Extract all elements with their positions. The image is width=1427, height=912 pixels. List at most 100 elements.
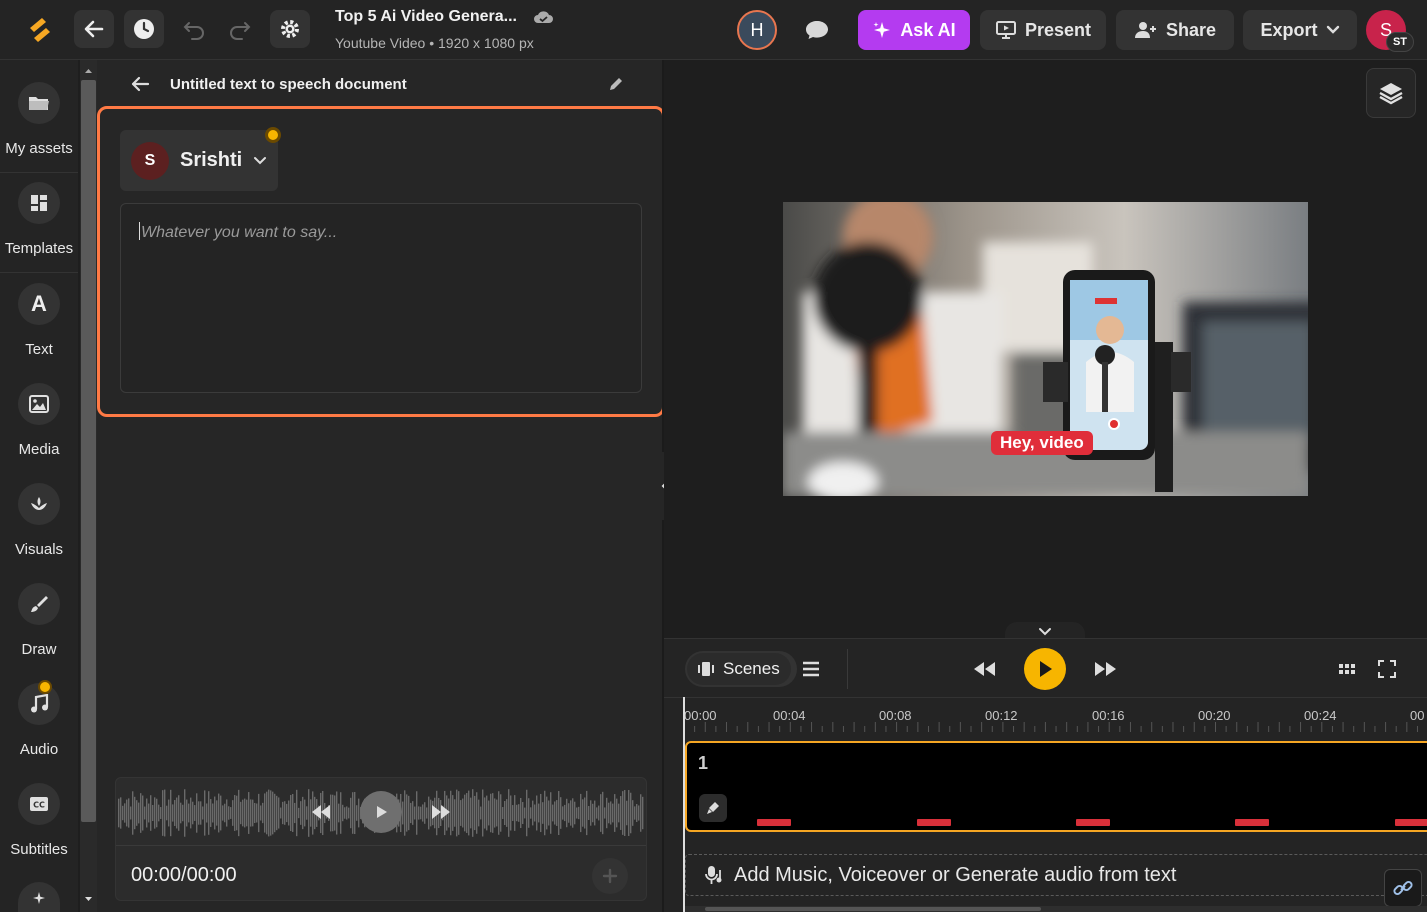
waveform-bar — [286, 803, 288, 823]
panel-header: Untitled text to speech document — [97, 60, 663, 108]
waveform-bar — [480, 806, 482, 820]
waveform-bar — [296, 789, 298, 837]
voice-selector[interactable]: S Srishti — [120, 130, 278, 191]
present-screen-icon — [995, 21, 1016, 39]
list-view-icon[interactable] — [802, 661, 820, 677]
waveform-bar — [244, 798, 246, 828]
add-audio-button[interactable] — [592, 858, 628, 894]
waveform-bar — [204, 790, 206, 836]
scenes-label: Scenes — [723, 659, 780, 678]
waveform-bar — [628, 790, 630, 836]
caption-chip — [1235, 819, 1269, 826]
gear-icon — [281, 20, 299, 38]
history-button[interactable] — [124, 10, 164, 48]
waveform-bar — [176, 797, 178, 829]
ruler-label: 00:16 — [1092, 708, 1125, 723]
waveform-bar — [514, 795, 516, 831]
timeline-scroll-thumb[interactable] — [705, 907, 1041, 911]
present-button[interactable]: Present — [980, 10, 1106, 50]
waveform-bar — [582, 799, 584, 827]
tts-text-input[interactable]: Whatever you want to say... — [120, 203, 642, 393]
audio-notification-dot — [38, 680, 52, 694]
waveform-bar — [246, 799, 248, 827]
link-tracks-button[interactable] — [1384, 869, 1422, 907]
fast-forward-icon[interactable] — [429, 802, 453, 822]
video-preview[interactable]: Hey, video — [783, 202, 1308, 496]
comments-button[interactable] — [800, 14, 834, 46]
waveform-bar — [354, 791, 356, 835]
timeline-play-button[interactable] — [1024, 648, 1066, 690]
waveform-bar — [466, 793, 468, 833]
waveform-bar — [166, 805, 168, 821]
waveform-bar — [562, 806, 564, 820]
layers-button[interactable] — [1366, 68, 1416, 118]
waveform-bar — [136, 800, 138, 826]
waveform-bar — [152, 804, 154, 822]
sidebar-scroll-thumb[interactable] — [81, 80, 96, 822]
waveform-bar — [474, 795, 476, 831]
back-button[interactable] — [74, 10, 114, 48]
app-logo[interactable] — [24, 14, 56, 46]
sidebar-item-my-assets[interactable]: My assets — [0, 60, 78, 160]
waveform-bar — [508, 789, 510, 837]
fullscreen-icon[interactable] — [1378, 660, 1396, 678]
pencil-icon[interactable] — [607, 75, 625, 93]
export-button[interactable]: Export — [1243, 10, 1357, 50]
scene-mic-button[interactable] — [699, 794, 727, 822]
sidebar-item-draw[interactable]: Draw — [0, 561, 78, 661]
waveform-bar — [402, 801, 404, 825]
rewind-icon[interactable] — [309, 802, 333, 822]
scenes-tab[interactable]: Scenes — [687, 653, 791, 685]
waveform-bar — [248, 792, 250, 834]
sidebar-item-media[interactable]: Media — [0, 361, 78, 461]
waveform-bar — [280, 807, 282, 819]
sparkle-icon — [873, 22, 891, 38]
waveform-bar — [642, 796, 644, 830]
waveform-bar — [128, 798, 130, 828]
waveform-bar — [584, 797, 586, 829]
waveform-bar — [276, 795, 278, 831]
undo-icon — [183, 22, 204, 40]
sidebar-item-text[interactable]: A Text — [0, 261, 78, 361]
undo-button[interactable] — [174, 10, 214, 48]
waveform-bar — [616, 798, 618, 828]
sidebar-item-audio[interactable]: Audio — [0, 661, 78, 761]
redo-button[interactable] — [220, 10, 260, 48]
chevron-down-icon — [254, 157, 266, 165]
panel-title: Untitled text to speech document — [170, 76, 407, 93]
top-bar: Top 5 Ai Video Genera... Youtube Video •… — [0, 0, 1427, 60]
waveform-bar — [556, 800, 558, 826]
waveform-bar — [608, 802, 610, 824]
rewind-icon[interactable] — [972, 659, 998, 679]
document-title[interactable]: Top 5 Ai Video Genera... — [335, 8, 517, 26]
sidebar-item-visuals[interactable]: Visuals — [0, 461, 78, 561]
settings-button[interactable] — [270, 10, 310, 48]
player-play-button[interactable] — [360, 791, 402, 833]
sidebar-item-subtitles[interactable]: CC Subtitles — [0, 761, 78, 861]
grid-view-icon[interactable] — [1338, 662, 1356, 676]
sidebar-item-more[interactable] — [18, 882, 60, 912]
waveform-bar — [476, 792, 478, 834]
arrow-left-icon[interactable] — [130, 75, 150, 93]
waveform-bar — [236, 795, 238, 831]
share-button[interactable]: Share — [1116, 10, 1234, 50]
waveform-bar — [214, 796, 216, 830]
fast-forward-icon[interactable] — [1092, 659, 1118, 679]
scenes-toggle[interactable]: Scenes — [685, 651, 797, 687]
mic-icon — [707, 802, 719, 814]
add-audio-track[interactable]: Add Music, Voiceover or Generate audio f… — [685, 854, 1427, 896]
scene-track-1[interactable]: 1 — [685, 741, 1427, 832]
waveform-bar — [524, 807, 526, 819]
waveform-bar — [350, 797, 352, 829]
voice-initial: S — [144, 152, 156, 169]
waveform-bar — [554, 801, 556, 825]
waveform-bar — [598, 805, 600, 821]
ask-ai-button[interactable]: Ask AI — [858, 10, 970, 50]
waveform-bar — [638, 805, 640, 821]
waveform-bar — [172, 804, 174, 822]
collaborator-avatar[interactable]: H — [737, 10, 777, 50]
sidebar-item-templates[interactable]: Templates — [0, 160, 78, 260]
waveform-bar — [196, 793, 198, 833]
timeline-horizontal-scrollbar[interactable] — [685, 906, 1427, 912]
layers-icon — [1379, 83, 1403, 105]
